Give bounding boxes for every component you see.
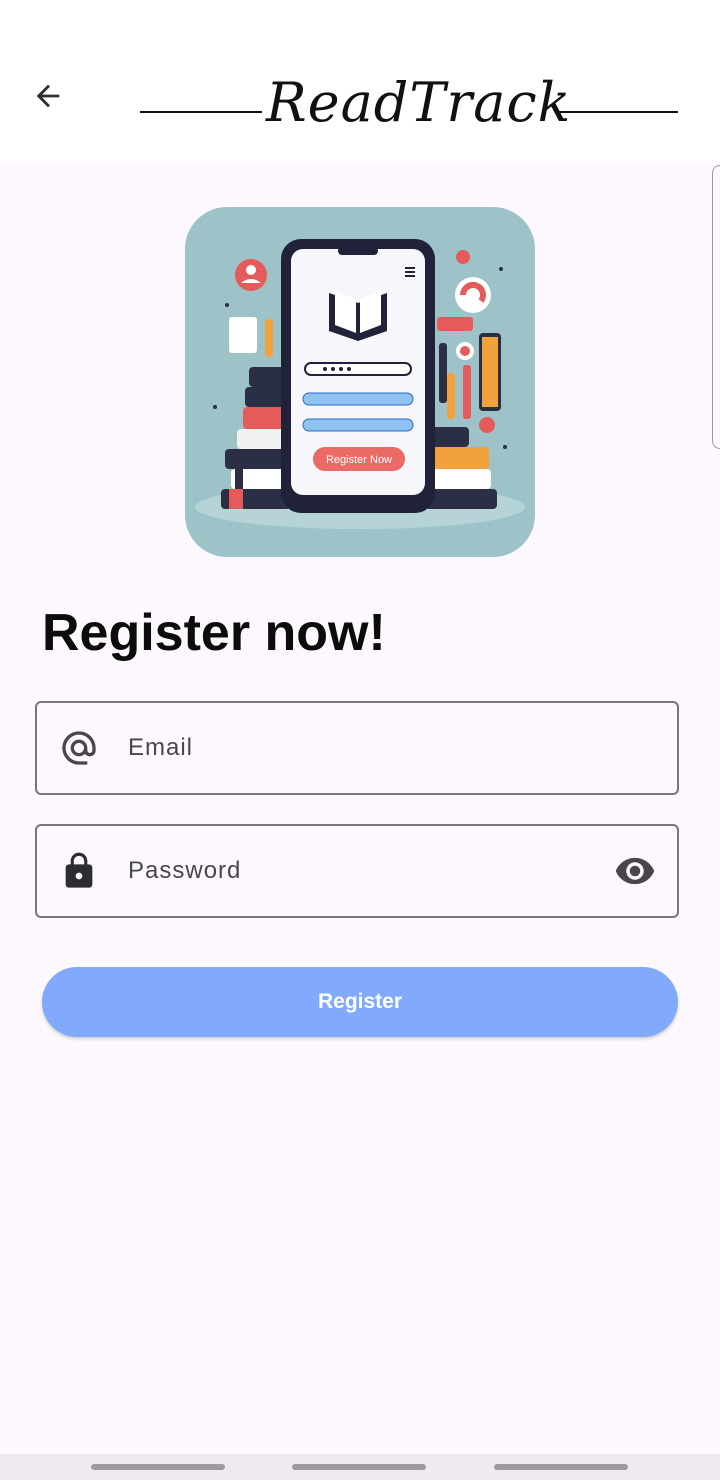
hero-illustration: Register Now <box>185 207 535 557</box>
password-field[interactable] <box>35 824 679 918</box>
nav-pill-left[interactable] <box>91 1464 225 1470</box>
brand-logo: ReadTrack <box>266 71 572 134</box>
page-title: Register now! <box>42 604 386 662</box>
nav-pill-center[interactable] <box>292 1464 426 1470</box>
nav-pill-right[interactable] <box>494 1464 628 1470</box>
phone-illustration: Register Now <box>281 239 435 513</box>
book-stack-left-icon <box>221 367 291 509</box>
hero-register-now-text: Register Now <box>326 454 392 466</box>
arrow-back-icon <box>36 84 60 108</box>
lock-icon <box>59 851 99 891</box>
at-sign-icon <box>59 728 99 768</box>
logo-line-right <box>556 111 678 113</box>
back-button[interactable] <box>22 72 74 120</box>
email-input[interactable] <box>126 703 597 793</box>
gesture-nav-bar <box>0 1454 720 1480</box>
password-input[interactable] <box>126 826 597 916</box>
eye-icon[interactable] <box>613 849 657 893</box>
edge-panel-handle[interactable] <box>712 165 720 449</box>
app-bar: ReadTrack <box>0 0 720 163</box>
logo-line-left <box>140 111 262 113</box>
email-field[interactable] <box>35 701 679 795</box>
register-button[interactable]: Register <box>42 967 678 1037</box>
